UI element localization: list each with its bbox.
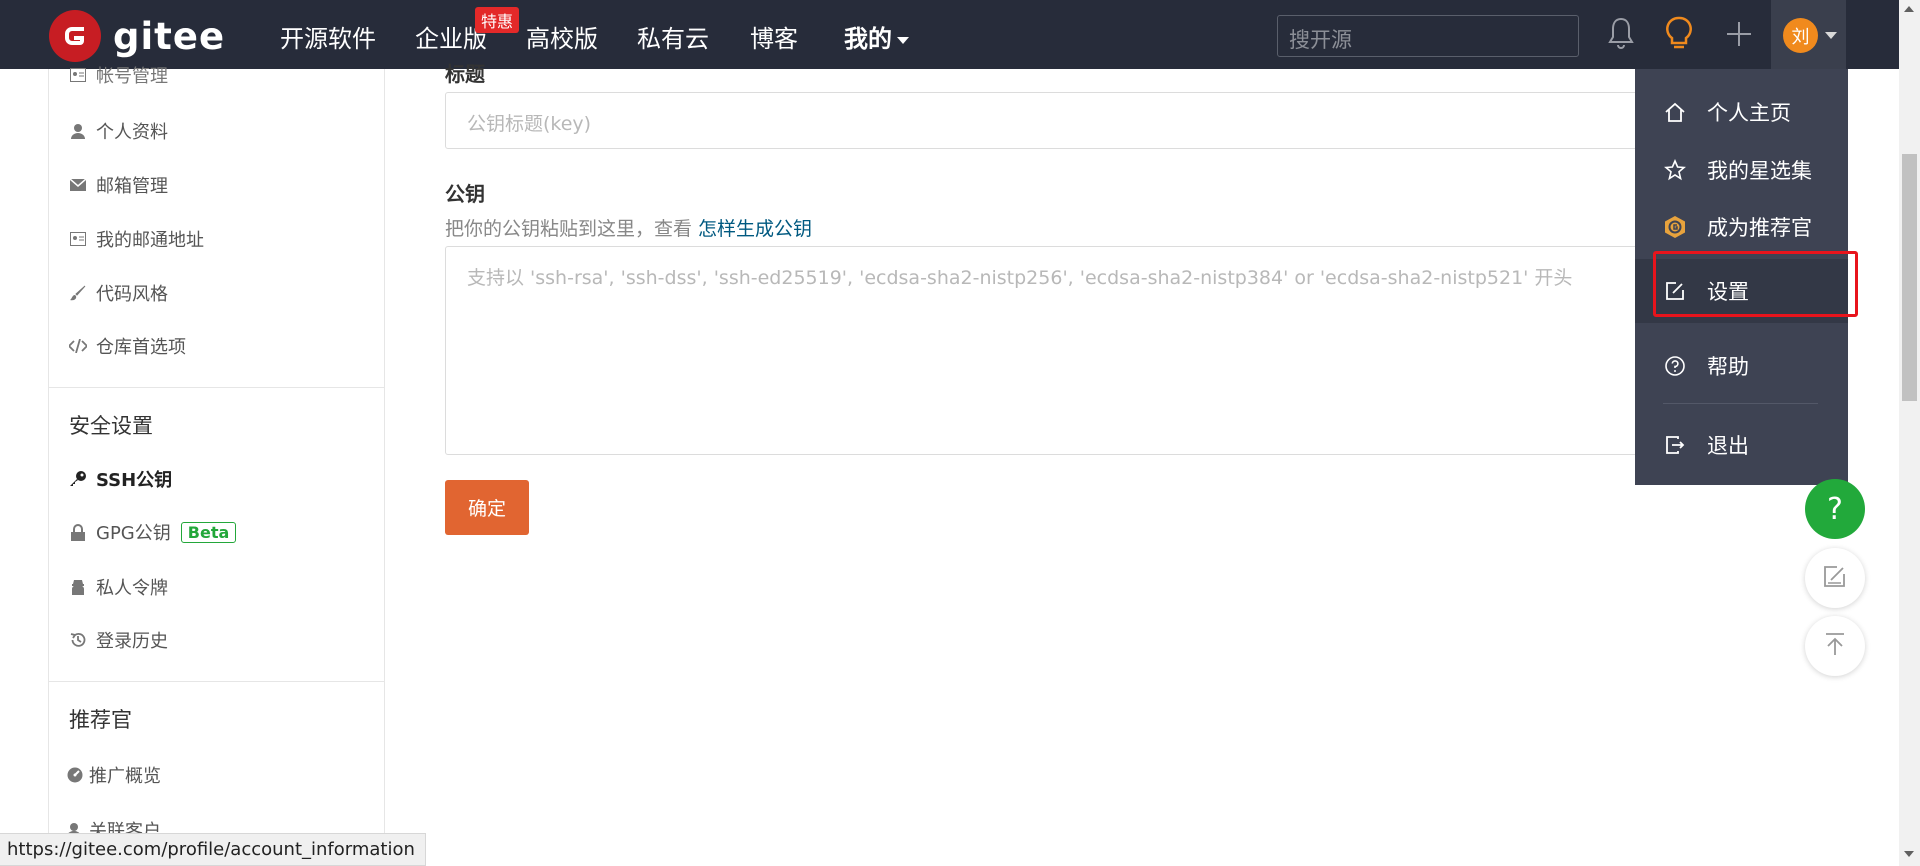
avatar: 刘 bbox=[1783, 18, 1818, 53]
title-field-label: 标题 bbox=[445, 62, 485, 86]
chevron-down-icon bbox=[897, 36, 909, 44]
sidebar-item-label: 私人令牌 bbox=[96, 578, 168, 599]
gitee-logo-icon bbox=[49, 10, 101, 62]
edit-icon bbox=[1822, 563, 1848, 593]
dashboard-icon bbox=[66, 766, 84, 784]
brush-icon bbox=[69, 284, 87, 302]
sidebar-item-tokens[interactable]: 私人令牌 bbox=[69, 574, 168, 600]
help-circle-icon bbox=[1663, 354, 1687, 378]
sidebar-item-label: SSH公钥 bbox=[96, 470, 173, 491]
menu-item-logout[interactable]: 退出 bbox=[1635, 420, 1848, 470]
sidebar-item-label: 登录历史 bbox=[96, 631, 168, 652]
scroll-up-arrow[interactable] bbox=[1904, 6, 1914, 12]
history-icon bbox=[69, 631, 87, 649]
beta-badge: Beta bbox=[180, 521, 237, 543]
sidebar-item-label: 推广概览 bbox=[89, 766, 161, 787]
sidebar-item-label: 代码风格 bbox=[96, 284, 168, 305]
gitee-logo[interactable]: gitee bbox=[49, 10, 225, 62]
menu-divider bbox=[1663, 403, 1818, 404]
sidebar-divider bbox=[49, 681, 384, 682]
floating-help-button[interactable]: ? bbox=[1805, 479, 1865, 539]
user-icon bbox=[69, 122, 87, 140]
sidebar-item-email[interactable]: 邮箱管理 bbox=[69, 172, 168, 198]
star-icon bbox=[1663, 158, 1687, 182]
nav-private-cloud[interactable]: 私有云 bbox=[637, 19, 709, 54]
how-to-generate-link[interactable]: 怎样生成公钥 bbox=[698, 218, 812, 240]
lightbulb-icon[interactable] bbox=[1665, 16, 1693, 56]
sidebar-item-label: 我的邮通地址 bbox=[96, 230, 204, 251]
sidebar-item-code-style[interactable]: 代码风格 bbox=[69, 280, 168, 306]
agent-icon bbox=[69, 578, 87, 596]
sidebar-section-recommend: 推荐官 bbox=[69, 708, 132, 732]
public-key-label: 公钥 bbox=[445, 182, 485, 206]
id-card-icon bbox=[69, 66, 87, 84]
sidebar-item-promo-overview[interactable]: 推广概览 bbox=[66, 762, 161, 788]
scroll-down-arrow[interactable] bbox=[1904, 851, 1914, 857]
top-navbar: gitee 开源软件 企业版 特惠 高校版 私有云 博客 我的 搜开源 刘 bbox=[0, 0, 1899, 69]
nav-open-source[interactable]: 开源软件 bbox=[280, 19, 376, 54]
confirm-button[interactable]: 确定 bbox=[445, 480, 529, 535]
key-title-input[interactable]: 公钥标题(key) bbox=[445, 92, 1715, 149]
sidebar-item-repo-prefs[interactable]: 仓库首选项 bbox=[69, 333, 186, 359]
public-key-hint: 把你的公钥粘贴到这里，查看 怎样生成公钥 bbox=[445, 214, 812, 241]
sidebar-item-ssh-keys[interactable]: SSH公钥 bbox=[69, 466, 172, 492]
search-input[interactable]: 搜开源 bbox=[1277, 15, 1579, 57]
link-status-bar: https://gitee.com/profile/account_inform… bbox=[0, 833, 426, 866]
sidebar-item-profile[interactable]: 个人资料 bbox=[69, 118, 168, 144]
chevron-down-icon bbox=[1825, 32, 1837, 39]
key-icon bbox=[69, 470, 87, 488]
sidebar-section-security: 安全设置 bbox=[69, 414, 153, 438]
home-icon bbox=[1663, 100, 1687, 124]
floating-feedback-button[interactable] bbox=[1805, 548, 1865, 608]
menu-item-label: 退出 bbox=[1707, 434, 1749, 458]
arrow-up-icon bbox=[1823, 631, 1847, 661]
menu-item-star-collections[interactable]: 我的星选集 bbox=[1635, 145, 1848, 195]
brand-name: gitee bbox=[113, 14, 226, 58]
sidebar-item-account[interactable]: 帐号管理 bbox=[69, 62, 168, 88]
settings-sidebar: 帐号管理 个人资料 邮箱管理 我的邮通地址 代码风格 仓库首选项 安全设置 SS… bbox=[48, 66, 385, 866]
logout-icon bbox=[1663, 433, 1687, 457]
menu-item-label: 成为推荐官 bbox=[1707, 216, 1812, 240]
settings-highlight-frame bbox=[1653, 251, 1858, 317]
page-scrollbar[interactable] bbox=[1899, 0, 1920, 866]
code-icon bbox=[69, 337, 87, 355]
menu-item-help[interactable]: 帮助 bbox=[1635, 341, 1848, 391]
recommender-badge-icon bbox=[1663, 215, 1687, 239]
back-to-top-button[interactable] bbox=[1805, 616, 1865, 676]
sidebar-item-address[interactable]: 我的邮通地址 bbox=[69, 226, 204, 252]
sidebar-item-login-history[interactable]: 登录历史 bbox=[69, 627, 168, 653]
hint-text: 把你的公钥粘贴到这里，查看 bbox=[445, 218, 699, 240]
nav-mine[interactable]: 我的 bbox=[844, 19, 909, 54]
menu-item-label: 我的星选集 bbox=[1707, 159, 1812, 183]
sidebar-item-label: GPG公钥 bbox=[96, 523, 171, 544]
promo-badge: 特惠 bbox=[475, 7, 520, 33]
scrollbar-thumb[interactable] bbox=[1902, 154, 1917, 401]
menu-item-label: 帮助 bbox=[1707, 355, 1749, 379]
sidebar-item-label: 个人资料 bbox=[96, 122, 168, 143]
envelope-icon bbox=[69, 176, 87, 194]
sidebar-item-label: 邮箱管理 bbox=[96, 176, 168, 197]
id-card-icon bbox=[69, 230, 87, 248]
menu-item-label: 个人主页 bbox=[1707, 101, 1791, 125]
user-menu-trigger[interactable]: 刘 bbox=[1771, 0, 1846, 69]
plus-icon[interactable] bbox=[1725, 20, 1753, 52]
menu-item-become-recommender[interactable]: 成为推荐官 bbox=[1635, 202, 1848, 252]
nav-mine-label: 我的 bbox=[844, 25, 892, 53]
menu-item-homepage[interactable]: 个人主页 bbox=[1635, 87, 1848, 137]
sidebar-item-gpg-keys[interactable]: GPG公钥 Beta bbox=[69, 519, 237, 545]
nav-education[interactable]: 高校版 bbox=[526, 19, 598, 54]
bell-icon[interactable] bbox=[1608, 16, 1634, 54]
sidebar-divider bbox=[49, 387, 384, 388]
sidebar-item-label: 仓库首选项 bbox=[96, 337, 186, 358]
lock-icon bbox=[69, 523, 87, 541]
nav-blog[interactable]: 博客 bbox=[750, 19, 798, 54]
public-key-textarea[interactable]: 支持以 'ssh-rsa', 'ssh-dss', 'ssh-ed25519',… bbox=[445, 246, 1715, 455]
sidebar-item-label: 帐号管理 bbox=[96, 66, 168, 87]
